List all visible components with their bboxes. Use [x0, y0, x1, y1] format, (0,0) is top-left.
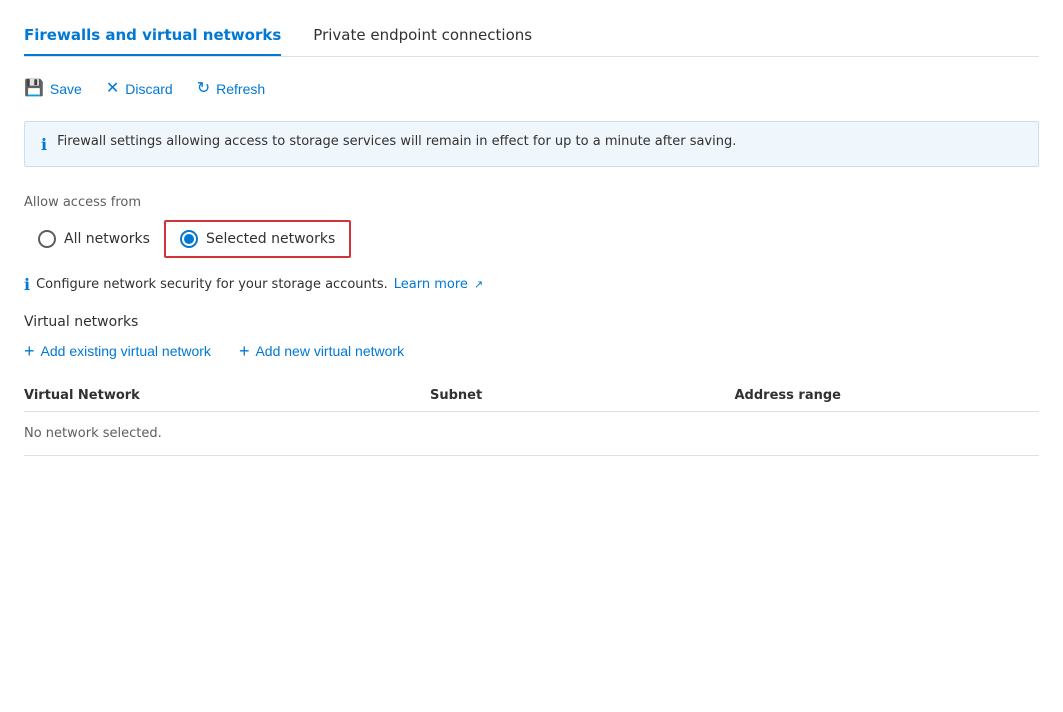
table-empty-row: No network selected.: [24, 412, 1039, 456]
radio-circle-all: [38, 230, 56, 248]
radio-group: All networks Selected networks: [24, 220, 1039, 258]
info-icon: ℹ: [41, 135, 47, 154]
radio-circle-selected: [180, 230, 198, 248]
radio-label-all: All networks: [64, 231, 150, 247]
table-header-row: Virtual Network Subnet Address range: [24, 380, 1039, 412]
col-header-addr: Address range: [735, 380, 1040, 412]
add-existing-vnet-label: Add existing virtual network: [41, 343, 211, 359]
discard-button[interactable]: ✕ Discard: [106, 77, 173, 101]
virtual-networks-section: Virtual networks + Add existing virtual …: [24, 314, 1039, 456]
col-header-vnet: Virtual Network: [24, 380, 430, 412]
col-header-subnet: Subnet: [430, 380, 735, 412]
add-existing-vnet-button[interactable]: + Add existing virtual network: [24, 342, 211, 360]
discard-icon: ✕: [106, 81, 119, 97]
learn-more-link[interactable]: Learn more: [394, 277, 468, 292]
toolbar: 💾 Save ✕ Discard ↻ Refresh: [24, 77, 1039, 101]
page-container: Firewalls and virtual networks Private e…: [0, 0, 1063, 712]
add-new-vnet-button[interactable]: + Add new virtual network: [239, 342, 404, 360]
allow-access-section: Allow access from All networks Selected …: [24, 195, 1039, 258]
configure-info-text: Configure network security for your stor…: [36, 277, 388, 292]
tab-private-endpoint[interactable]: Private endpoint connections: [313, 16, 532, 56]
vnet-actions: + Add existing virtual network + Add new…: [24, 342, 1039, 360]
radio-selected-networks[interactable]: Selected networks: [164, 220, 351, 258]
tab-bar: Firewalls and virtual networks Private e…: [24, 16, 1039, 57]
save-label: Save: [50, 81, 82, 97]
add-new-vnet-label: Add new virtual network: [255, 343, 404, 359]
allow-access-label: Allow access from: [24, 195, 1039, 210]
save-button[interactable]: 💾 Save: [24, 77, 82, 101]
external-link-icon: ↗: [474, 278, 483, 291]
add-existing-plus-icon: +: [24, 342, 35, 360]
configure-info: ℹ Configure network security for your st…: [24, 274, 1039, 294]
refresh-icon: ↻: [197, 81, 210, 97]
vnet-table: Virtual Network Subnet Address range No …: [24, 380, 1039, 456]
info-banner: ℹ Firewall settings allowing access to s…: [24, 121, 1039, 167]
radio-all-networks[interactable]: All networks: [24, 222, 164, 256]
vnet-section-title: Virtual networks: [24, 314, 1039, 330]
configure-info-icon: ℹ: [24, 275, 30, 294]
save-icon: 💾: [24, 81, 44, 97]
refresh-button[interactable]: ↻ Refresh: [197, 77, 265, 101]
discard-label: Discard: [125, 81, 172, 97]
tab-firewalls[interactable]: Firewalls and virtual networks: [24, 16, 281, 56]
info-banner-text: Firewall settings allowing access to sto…: [57, 134, 736, 149]
add-new-plus-icon: +: [239, 342, 250, 360]
refresh-label: Refresh: [216, 81, 265, 97]
radio-label-selected: Selected networks: [206, 231, 335, 247]
table-empty-message: No network selected.: [24, 412, 1039, 456]
